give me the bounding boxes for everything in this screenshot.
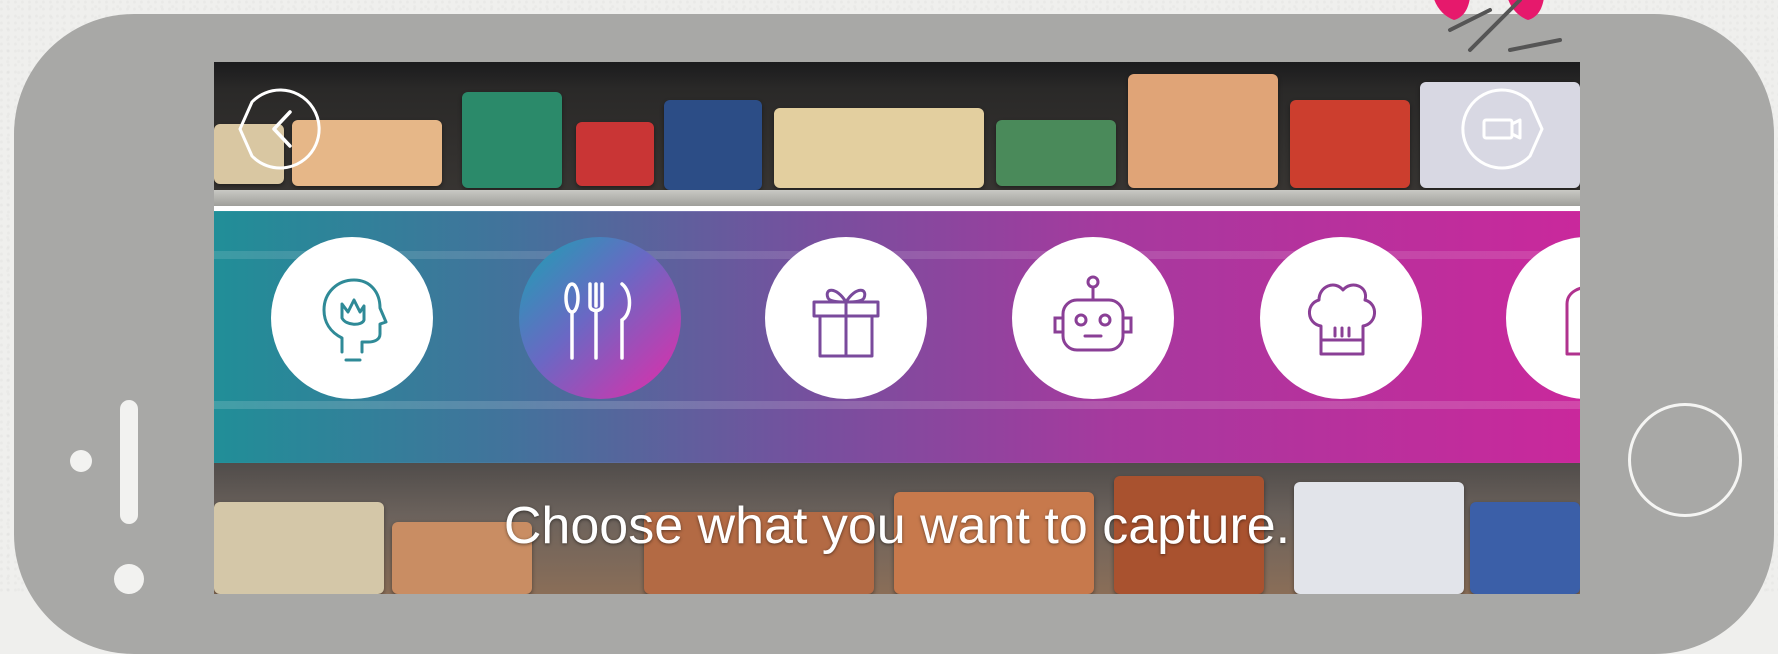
back-button[interactable] <box>238 86 324 172</box>
chef-hat-icon <box>1308 283 1376 356</box>
category-disc-selected <box>519 237 681 399</box>
category-disc <box>765 237 927 399</box>
switch-camera-button[interactable] <box>1458 86 1544 172</box>
category-cooking-button[interactable] <box>1260 237 1422 399</box>
lightbulb-head-icon <box>322 278 388 362</box>
home-button[interactable] <box>1628 403 1742 517</box>
pink-doodle-icon <box>1434 0 1562 52</box>
fork-knife-icon <box>564 282 632 360</box>
camera-viewfinder: Choose what you want to capture. <box>214 62 1580 594</box>
phone-camera-dot <box>114 564 144 594</box>
chevron-left-icon <box>238 88 321 170</box>
category-disc <box>1012 237 1174 399</box>
category-tech-button[interactable] <box>1012 237 1174 399</box>
category-partial-button[interactable] <box>1506 237 1580 399</box>
category-ideas-button[interactable] <box>271 237 433 399</box>
capture-prompt: Choose what you want to capture. <box>503 497 1291 555</box>
switch-camera-icon <box>1461 88 1544 170</box>
category-disc <box>1260 237 1422 399</box>
phone-speaker <box>120 400 138 524</box>
gift-icon <box>812 288 880 358</box>
robot-icon <box>1053 275 1133 352</box>
category-gifts-button[interactable] <box>765 237 927 399</box>
category-food-button[interactable] <box>519 237 681 399</box>
phone-sensor-dot <box>70 450 92 472</box>
phone-top-button <box>364 22 482 32</box>
partial-icon <box>1565 286 1580 356</box>
category-disc <box>271 237 433 399</box>
